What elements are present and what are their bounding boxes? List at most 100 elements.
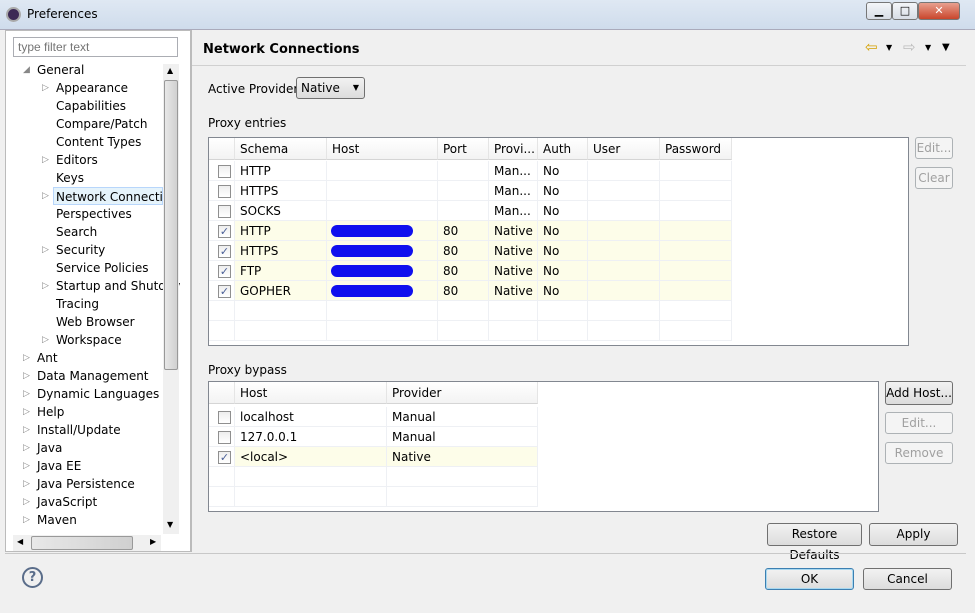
filter-input[interactable] <box>13 37 178 57</box>
proxy-bypass-table[interactable]: Host Provider localhost Manual 127.0.0.1 Manu… <box>208 381 879 512</box>
proxy-edit-button[interactable]: Edit... <box>915 137 953 159</box>
scroll-left-icon[interactable]: ◀ <box>17 537 23 546</box>
cell-provider: Manual <box>387 407 538 427</box>
collapsed-arrow-icon[interactable]: ▷ <box>23 515 30 525</box>
collapsed-arrow-icon[interactable]: ▷ <box>23 353 30 363</box>
column-header-provider[interactable]: Provider <box>387 382 538 404</box>
tree-item[interactable]: Content Types <box>56 133 141 151</box>
collapsed-arrow-icon[interactable]: ▷ <box>42 83 49 93</box>
active-provider-select[interactable]: Native ▼ <box>296 77 365 99</box>
scroll-thumb-horizontal[interactable] <box>31 536 133 550</box>
tree-item[interactable]: Capabilities <box>56 97 126 115</box>
tree-horizontal-scrollbar[interactable]: ◀ ▶ <box>13 535 161 551</box>
back-menu-icon[interactable]: ▼ <box>886 43 892 52</box>
cancel-button[interactable]: Cancel <box>863 568 952 590</box>
enable-checkbox[interactable]: ✓ <box>218 265 231 278</box>
collapsed-arrow-icon[interactable]: ▷ <box>23 461 30 471</box>
back-icon[interactable]: ⇦ <box>865 38 878 56</box>
tree-item[interactable]: Startup and Shutdov <box>56 277 180 295</box>
tree-item[interactable]: Search <box>56 223 97 241</box>
collapsed-arrow-icon[interactable]: ▷ <box>23 371 30 381</box>
tree-item[interactable]: Security <box>56 241 105 259</box>
proxy-entries-table[interactable]: Schema Host Port Provi... Auth User Password HT… <box>208 137 909 346</box>
tree-item-label: Tracing <box>56 297 100 311</box>
collapsed-arrow-icon[interactable]: ▷ <box>23 407 30 417</box>
tree-item[interactable]: Editors <box>56 151 98 169</box>
restore-defaults-button[interactable]: Restore Defaults <box>767 523 862 562</box>
scroll-thumb[interactable] <box>164 80 178 370</box>
expanded-arrow-icon[interactable]: ◢ <box>23 65 30 75</box>
tree-item[interactable]: JavaScript <box>37 493 97 511</box>
tree-item[interactable]: Web Browser <box>56 313 135 331</box>
tree-item[interactable]: Network Connection <box>53 187 163 205</box>
maximize-button[interactable]: □ <box>892 2 918 20</box>
cell-host <box>327 221 438 241</box>
tree-item[interactable]: Java Persistence <box>37 475 135 493</box>
enable-checkbox[interactable] <box>218 205 231 218</box>
tree-item[interactable]: Maven <box>37 511 77 529</box>
tree-item[interactable]: Appearance <box>56 79 128 97</box>
tree-item[interactable]: Compare/Patch <box>56 115 147 133</box>
collapsed-arrow-icon[interactable]: ▷ <box>23 425 30 435</box>
tree-item[interactable]: Java EE <box>37 457 81 475</box>
column-header-schema[interactable]: Schema <box>235 138 327 160</box>
forward-icon[interactable]: ⇨ <box>903 38 916 56</box>
enable-checkbox[interactable]: ✓ <box>218 451 231 464</box>
column-header-port[interactable]: Port <box>438 138 489 160</box>
collapsed-arrow-icon[interactable]: ▷ <box>42 155 49 165</box>
tree-item[interactable]: Perspectives <box>56 205 132 223</box>
minimize-button[interactable]: ▁ <box>866 2 892 20</box>
enable-checkbox[interactable] <box>218 185 231 198</box>
scroll-up-icon[interactable]: ▲ <box>167 66 173 75</box>
collapsed-arrow-icon[interactable]: ▷ <box>23 443 30 453</box>
bypass-edit-button[interactable]: Edit... <box>885 412 953 434</box>
bypass-remove-button[interactable]: Remove <box>885 442 953 464</box>
tree-item[interactable]: Keys <box>56 169 84 187</box>
collapsed-arrow-icon[interactable]: ▷ <box>42 245 49 255</box>
collapsed-arrow-icon[interactable]: ▷ <box>42 281 49 291</box>
tree-item[interactable]: General <box>37 61 84 79</box>
collapsed-arrow-icon[interactable]: ▷ <box>42 191 49 201</box>
enable-checkbox[interactable]: ✓ <box>218 245 231 258</box>
enable-checkbox[interactable] <box>218 431 231 444</box>
help-icon[interactable]: ? <box>22 567 43 588</box>
ok-button[interactable]: OK <box>765 568 854 590</box>
column-header-provi[interactable]: Provi... <box>489 138 538 160</box>
tree-item[interactable]: Dynamic Languages <box>37 385 159 403</box>
column-header-host[interactable]: Host <box>235 382 387 404</box>
enable-checkbox[interactable]: ✓ <box>218 285 231 298</box>
column-header-password[interactable]: Password <box>660 138 732 160</box>
enable-checkbox[interactable] <box>218 165 231 178</box>
cell-provider <box>489 301 538 321</box>
tree-item-label: Maven <box>37 513 77 527</box>
tree-item[interactable]: Install/Update <box>37 421 121 439</box>
tree-item[interactable]: Java <box>37 439 62 457</box>
tree-item[interactable]: Service Policies <box>56 259 149 277</box>
add-host-button[interactable]: Add Host... <box>885 381 953 405</box>
tree-item[interactable]: Data Management <box>37 367 149 385</box>
cell-schema: HTTPS <box>235 241 327 261</box>
active-provider-value: Native <box>301 81 340 95</box>
view-menu-icon[interactable]: ▼ <box>942 42 950 53</box>
column-header-auth[interactable]: Auth <box>538 138 588 160</box>
tree-item[interactable]: Ant <box>37 349 58 367</box>
collapsed-arrow-icon[interactable]: ▷ <box>23 497 30 507</box>
tree-item[interactable]: Tracing <box>56 295 99 313</box>
tree-item[interactable]: Help <box>37 403 64 421</box>
enable-checkbox[interactable]: ✓ <box>218 225 231 238</box>
cell-password <box>660 301 732 321</box>
scroll-down-icon[interactable]: ▼ <box>167 520 173 529</box>
apply-button[interactable]: Apply <box>869 523 958 546</box>
forward-menu-icon[interactable]: ▼ <box>925 43 931 52</box>
proxy-clear-button[interactable]: Clear <box>915 167 953 189</box>
column-header-host[interactable]: Host <box>327 138 438 160</box>
close-button[interactable]: ✕ <box>918 2 960 20</box>
scroll-right-icon[interactable]: ▶ <box>150 537 156 546</box>
collapsed-arrow-icon[interactable]: ▷ <box>42 335 49 345</box>
collapsed-arrow-icon[interactable]: ▷ <box>23 389 30 399</box>
tree-vertical-scrollbar[interactable]: ▲ ▼ <box>163 64 179 534</box>
tree-item[interactable]: Workspace <box>56 331 122 349</box>
column-header-user[interactable]: User <box>588 138 660 160</box>
collapsed-arrow-icon[interactable]: ▷ <box>23 479 30 489</box>
enable-checkbox[interactable] <box>218 411 231 424</box>
